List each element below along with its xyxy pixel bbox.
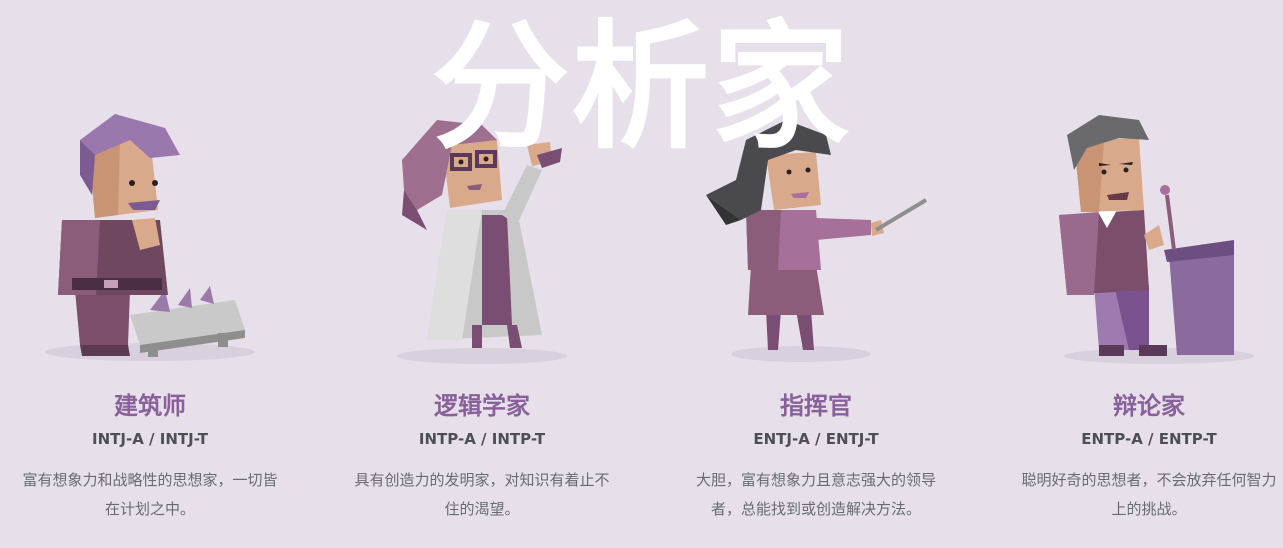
personality-code: INTP-A / INTP-T	[418, 430, 546, 448]
personality-code: ENTP-A / ENTP-T	[1081, 430, 1217, 448]
personality-description: 具有创造力的发明家，对知识有着止不住的渴望。	[354, 471, 610, 518]
personality-code: INTJ-A / INTJ-T	[92, 430, 208, 448]
group-title: 分析家	[431, 7, 852, 168]
personality-name[interactable]: 逻辑学家	[332, 386, 632, 421]
personality-description: 大胆，富有想象力且意志强大的领导者，总能找到或创造解决方法。	[695, 471, 936, 518]
personality-description: 聪明好奇的思想者，不会放弃任何智力上的挑战。	[1021, 471, 1277, 518]
personality-name[interactable]: 指挥官	[666, 386, 966, 421]
personality-description: 富有想象力和战略性的思想家，一切皆在计划之中。	[22, 471, 278, 518]
personality-code: ENTJ-A / ENTJ-T	[753, 430, 879, 448]
personality-name[interactable]: 辩论家	[999, 386, 1283, 421]
personality-name[interactable]: 建筑师	[0, 386, 300, 421]
